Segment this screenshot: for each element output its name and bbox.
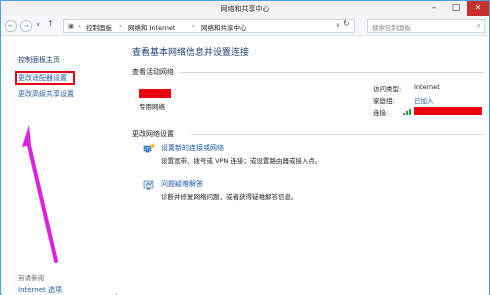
pointer-arrow-icon	[22, 125, 58, 263]
search-icon[interactable]: ⌕	[477, 21, 481, 31]
troubleshoot-link[interactable]: 问题疑难解答	[161, 179, 203, 189]
window-title: 网络和共享中心	[220, 5, 270, 13]
search-box[interactable]: 搜索控制面板 ⌕	[367, 19, 485, 33]
page-title: 查看基本网络信息并设置连接	[132, 48, 250, 58]
main-pane: 查看基本网络信息并设置连接 查看活动网络 专用网络 访问类型: Internet…	[117, 37, 489, 295]
up-arrow-icon[interactable]: ↑	[47, 19, 54, 28]
title-bar: 网络和共享中心 – □ ✕	[1, 1, 489, 16]
active-networks-header: 查看活动网络	[132, 68, 174, 76]
breadcrumb-network-sharing-center[interactable]: 网络和共享中心	[201, 22, 247, 32]
breadcrumb-network-internet[interactable]: 网络和 Internet	[128, 22, 175, 32]
redacted-connection-link[interactable]	[414, 107, 482, 115]
connections-label: 连接:	[373, 109, 389, 117]
divider	[191, 134, 484, 135]
redacted-network-name	[139, 89, 171, 98]
breadcrumb-control-panel[interactable]: 控制面板	[86, 22, 112, 32]
address-bar[interactable]: ▣ › 控制面板 › 网络和 Internet › 网络和共享中心 ∨	[63, 19, 355, 33]
setup-connection-desc: 设置宽带、拨号或 VPN 连接；或设置路由器或接入点。	[161, 157, 322, 165]
forward-button[interactable]: →	[20, 20, 32, 32]
back-button[interactable]: ←	[5, 20, 17, 32]
breadcrumb-separator: ›	[119, 22, 122, 30]
address-dropdown-icon[interactable]: ∨	[336, 22, 340, 29]
refresh-icon[interactable]: ↻	[343, 19, 350, 28]
search-input[interactable]: 搜索控制面板	[372, 22, 411, 32]
minimize-button[interactable]: –	[423, 1, 445, 16]
breadcrumb-separator: ›	[78, 22, 81, 30]
close-button[interactable]: ✕	[467, 1, 489, 16]
recent-locations-chevron-icon[interactable]: ∨	[36, 21, 40, 28]
access-type-value: Internet	[414, 83, 440, 91]
change-advanced-sharing-link[interactable]: 更改高级共享设置	[18, 89, 74, 99]
wifi-signal-icon	[403, 107, 413, 117]
access-type-label: 访问类型:	[373, 85, 402, 93]
see-also-label: 另请参阅	[18, 274, 44, 282]
troubleshoot-desc: 诊断并修复网络问题，或者获得疑难解答信息。	[161, 193, 298, 201]
change-network-settings-header: 更改网络设置	[132, 130, 174, 138]
control-panel-home-link[interactable]: 控制面板主页	[18, 55, 60, 65]
homegroup-link[interactable]: 已加入	[414, 95, 434, 105]
control-panel-icon: ▣	[68, 22, 75, 30]
window: 网络和共享中心 – □ ✕ ← → ∨ ↑ ▣ › 控制面板 › 网络和 Int…	[0, 0, 490, 295]
network-setup-icon	[143, 143, 155, 155]
network-type-label: 专用网络	[139, 103, 165, 111]
internet-options-link[interactable]: Internet 选项	[18, 285, 62, 295]
setup-connection-link[interactable]: 设置新的连接或网络	[161, 143, 224, 153]
homegroup-label: 家庭组:	[373, 97, 395, 105]
troubleshoot-icon	[143, 179, 155, 191]
breadcrumb-separator: ›	[192, 22, 195, 30]
navigation-bar: ← → ∨ ↑ ▣ › 控制面板 › 网络和 Internet › 网络和共享中…	[1, 16, 489, 36]
divider	[179, 72, 484, 73]
change-adapter-settings-link[interactable]: 更改适配器设置	[18, 73, 67, 83]
maximize-button[interactable]: □	[445, 1, 467, 16]
left-pane: 控制面板主页 更改适配器设置 更改高级共享设置 另请参阅 Internet 选项	[2, 37, 116, 295]
